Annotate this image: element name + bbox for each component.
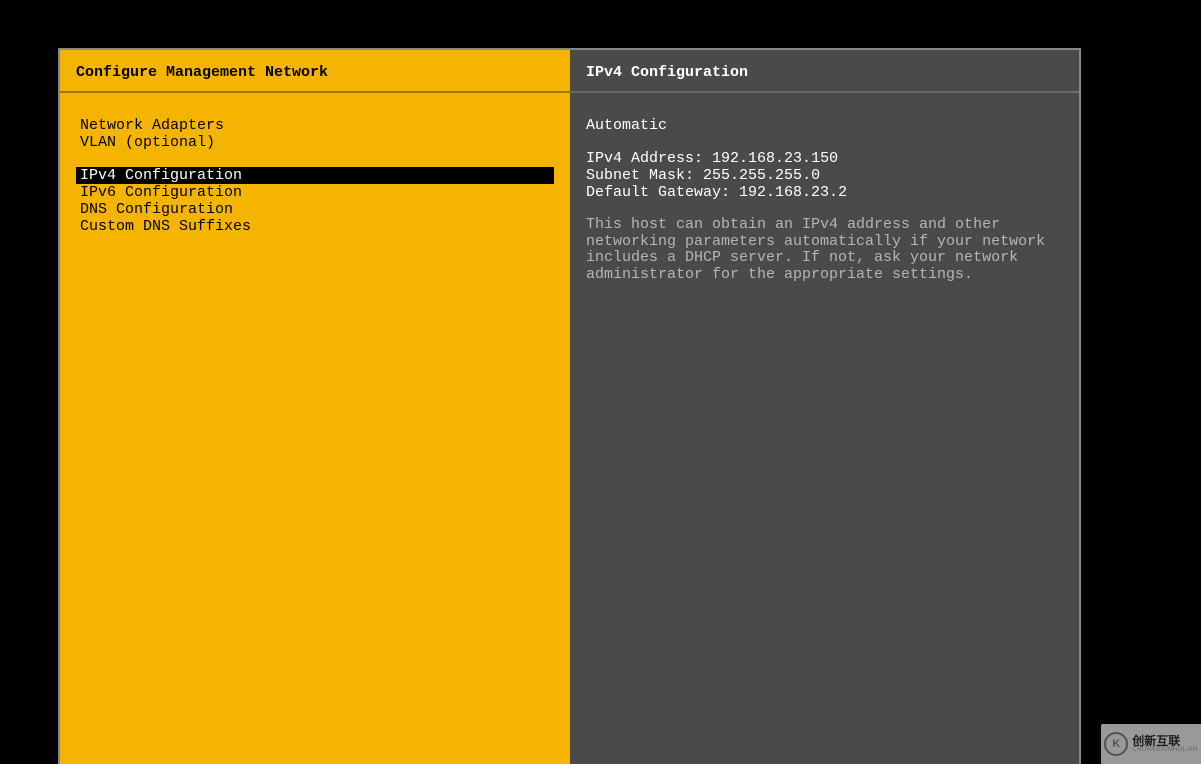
ipv4-address-line: IPv4 Address: 192.168.23.150 — [586, 150, 1063, 167]
menu-group-2: IPv4 Configuration IPv6 Configuration DN… — [76, 167, 554, 235]
ipv4-address-label: IPv4 Address: — [586, 150, 703, 167]
subnet-mask-label: Subnet Mask: — [586, 167, 694, 184]
right-details: Automatic IPv4 Address: 192.168.23.150 S… — [570, 93, 1079, 299]
default-gateway-label: Default Gateway: — [586, 184, 730, 201]
watermark-text: 创新互联 CHUANGXINHULIAN — [1132, 735, 1198, 753]
watermark-main: 创新互联 — [1132, 735, 1198, 747]
ipv4-mode: Automatic — [586, 117, 1063, 134]
menu-item-custom-dns-suffixes[interactable]: Custom DNS Suffixes — [76, 218, 554, 235]
menu-group-1: Network Adapters VLAN (optional) — [76, 117, 554, 151]
watermark: K 创新互联 CHUANGXINHULIAN — [1101, 724, 1201, 764]
watermark-sub: CHUANGXINHULIAN — [1132, 747, 1198, 753]
help-text: This host can obtain an IPv4 address and… — [586, 217, 1063, 283]
default-gateway-line: Default Gateway: 192.168.23.2 — [586, 184, 1063, 201]
subnet-mask-line: Subnet Mask: 255.255.255.0 — [586, 167, 1063, 184]
subnet-mask-value: 255.255.255.0 — [703, 167, 820, 184]
left-menu: Network Adapters VLAN (optional) IPv4 Co… — [60, 93, 570, 267]
menu-item-dns-configuration[interactable]: DNS Configuration — [76, 201, 554, 218]
menu-item-network-adapters[interactable]: Network Adapters — [76, 117, 554, 134]
menu-item-vlan[interactable]: VLAN (optional) — [76, 134, 554, 151]
ipv4-address-value: 192.168.23.150 — [712, 150, 838, 167]
menu-item-ipv6-configuration[interactable]: IPv6 Configuration — [76, 184, 554, 201]
menu-item-ipv4-configuration[interactable]: IPv4 Configuration — [76, 167, 554, 184]
left-pane-title: Configure Management Network — [60, 50, 570, 93]
left-pane: Configure Management Network Network Ada… — [60, 50, 570, 764]
right-pane: IPv4 Configuration Automatic IPv4 Addres… — [570, 50, 1079, 764]
watermark-logo-icon: K — [1104, 732, 1128, 756]
default-gateway-value: 192.168.23.2 — [739, 184, 847, 201]
right-pane-title: IPv4 Configuration — [570, 50, 1079, 93]
console-window: Configure Management Network Network Ada… — [58, 48, 1081, 764]
